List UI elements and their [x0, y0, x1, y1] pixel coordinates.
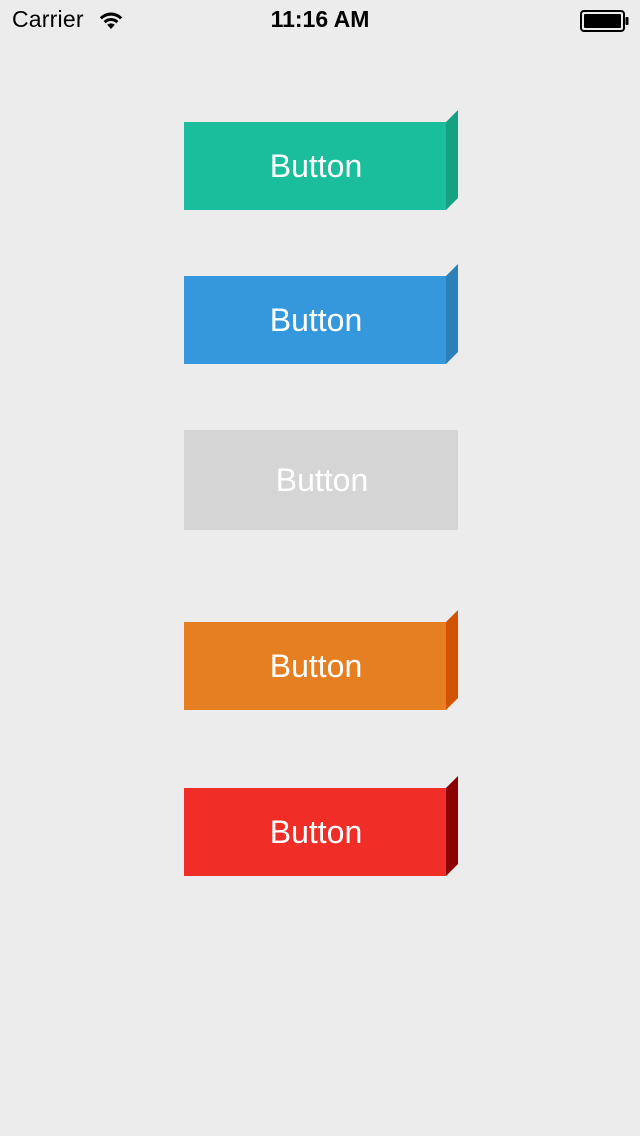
status-bar: Carrier 11:16 AM: [0, 0, 640, 40]
disabled-button[interactable]: Button: [184, 430, 458, 530]
orange-3d-button[interactable]: Button: [184, 610, 458, 710]
red-3d-button[interactable]: Button: [184, 776, 458, 876]
status-time: 11:16 AM: [270, 6, 370, 32]
button-label: Button: [269, 813, 363, 850]
button-face: Button: [184, 788, 446, 876]
blue-3d-button[interactable]: Button: [184, 264, 458, 364]
button-face: Button: [184, 122, 446, 210]
button-label: Button: [269, 647, 363, 684]
button-label: Button: [269, 301, 363, 338]
button-side-bevel: [446, 610, 458, 710]
button-side-bevel: [446, 264, 458, 364]
button-face: Button: [184, 276, 446, 364]
button-label: Button: [275, 461, 369, 498]
teal-3d-button[interactable]: Button: [184, 110, 458, 210]
button-face: Button: [184, 622, 446, 710]
button-label: Button: [269, 147, 363, 184]
button-side-bevel: [446, 776, 458, 876]
button-side-bevel: [446, 110, 458, 210]
battery-icon: [580, 10, 629, 32]
